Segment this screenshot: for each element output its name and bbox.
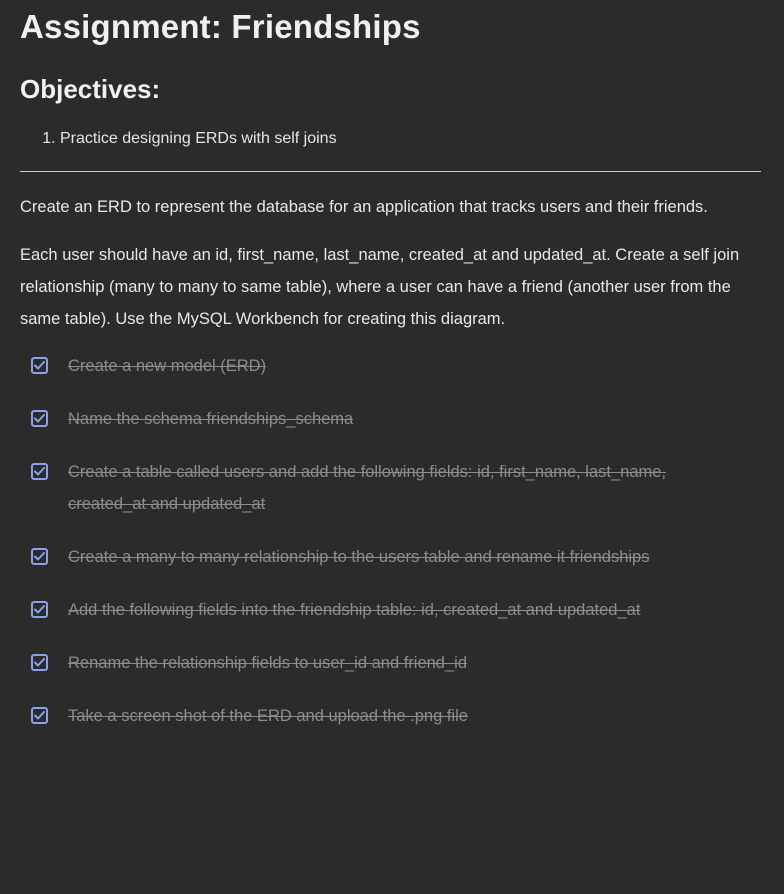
checkmark-icon (34, 467, 45, 476)
assignment-details: Each user should have an id, first_name,… (20, 246, 740, 328)
task-checkbox[interactable] (31, 707, 48, 724)
objective-item: Practice designing ERDs with self joins (60, 128, 761, 150)
task-checklist: Create a new model (ERD) Name the schema… (20, 350, 761, 732)
checkmark-icon (34, 414, 45, 423)
assignment-intro: Create an ERD to represent the database … (20, 198, 708, 216)
task-label: Rename the relationship fields to user_i… (68, 654, 467, 672)
task-label: Name the schema friendships_schema (68, 410, 354, 428)
task-item: Create a many to many relationship to th… (20, 541, 761, 573)
task-item: Name the schema friendships_schema (20, 403, 761, 435)
task-item: Rename the relationship fields to user_i… (20, 647, 761, 679)
task-label: Create a new model (ERD) (68, 357, 267, 375)
task-checkbox[interactable] (31, 410, 48, 427)
objectives-heading: Objectives: (20, 74, 161, 104)
checkmark-icon (34, 605, 45, 614)
task-label: Take a screen shot of the ERD and upload… (68, 707, 468, 725)
page-title: Assignment: Friendships (20, 8, 421, 45)
task-label: Add the following fields into the friend… (68, 601, 641, 619)
task-item: Create a table called users and add the … (20, 456, 761, 520)
task-item: Create a new model (ERD) (20, 350, 761, 382)
assignment-page: Assignment: Friendships Objectives: Prac… (0, 0, 784, 732)
task-checkbox[interactable] (31, 548, 48, 565)
task-checkbox[interactable] (31, 601, 48, 618)
task-label: Create a table called users and add the … (68, 463, 667, 513)
task-item: Add the following fields into the friend… (20, 594, 761, 626)
checkmark-icon (34, 711, 45, 720)
checkmark-icon (34, 658, 45, 667)
task-checkbox[interactable] (31, 463, 48, 480)
task-label: Create a many to many relationship to th… (68, 548, 650, 566)
section-divider (20, 171, 761, 172)
objectives-list: Practice designing ERDs with self joins (20, 128, 761, 150)
task-checkbox[interactable] (31, 357, 48, 374)
checkmark-icon (34, 361, 45, 370)
task-checkbox[interactable] (31, 654, 48, 671)
task-item: Take a screen shot of the ERD and upload… (20, 700, 761, 732)
checkmark-icon (34, 552, 45, 561)
